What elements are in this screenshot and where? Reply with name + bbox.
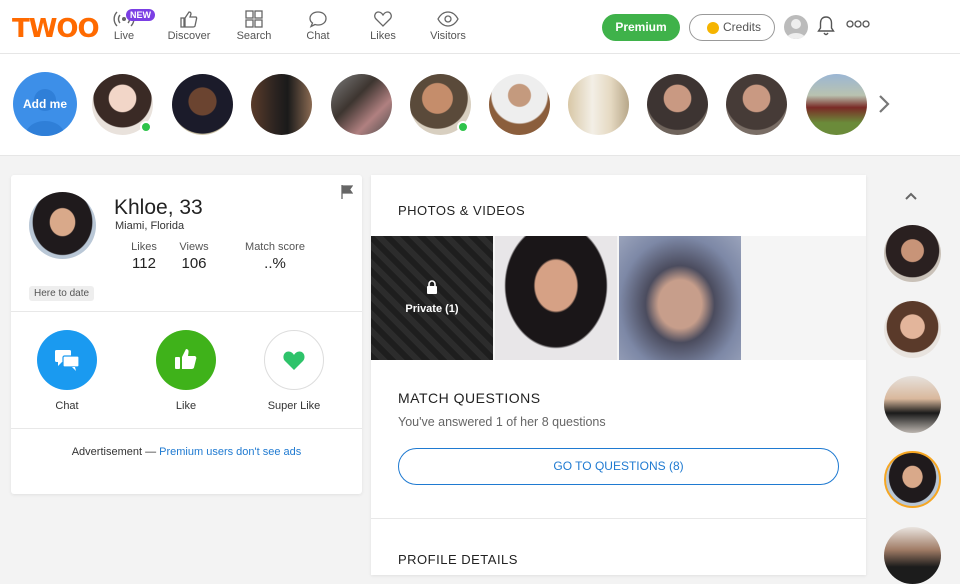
blurred-photo-tile[interactable] [619,236,741,360]
nav-likes[interactable]: Likes [353,10,413,42]
nav-live[interactable]: NEW Live [94,9,155,42]
credits-label: Credits [723,20,762,34]
divider [11,311,362,312]
nav-visitors[interactable]: Visitors [418,10,478,42]
stat-match-score: Match score ..% [243,241,307,272]
rail-profile-avatar[interactable] [884,376,941,433]
ad-prefix: Advertisement — [71,446,157,458]
chevron-up-icon[interactable] [903,190,919,202]
story-avatar[interactable] [726,74,787,135]
stat-views-label: Views [179,241,209,253]
report-flag-icon[interactable] [341,185,353,199]
online-indicator [457,121,469,133]
story-avatar[interactable] [172,74,233,135]
match-questions-title: MATCH QUESTIONS [398,390,541,406]
rail-profile-avatar[interactable] [884,225,941,282]
rail-profile-avatar[interactable] [884,301,941,358]
rail-profile-avatar-active[interactable] [884,451,941,508]
intent-badge: Here to date [29,286,95,301]
stat-views: Views 106 [174,241,214,272]
super-like-button[interactable] [264,330,324,390]
nav-search[interactable]: Search [224,10,284,42]
nav-discover[interactable]: Discover [159,10,219,42]
more-options-icon[interactable] [846,19,870,29]
story-avatar[interactable] [331,74,392,135]
nav-search-label: Search [236,30,272,42]
stat-likes: Likes 112 [127,241,161,272]
rail-profile-avatar[interactable] [884,527,941,584]
nav-live-label: Live [113,30,135,42]
profile-name: Khloe, 33 [114,196,203,219]
add-me-label: Add me [22,97,67,111]
thumbs-up-icon [175,349,197,369]
profile-location: Miami, Florida [115,220,185,232]
stat-likes-value: 112 [132,255,156,272]
advertisement-line: Advertisement — Premium users don't see … [11,446,362,458]
thumbs-up-icon [180,11,198,28]
divider [371,518,866,519]
lock-icon [427,280,437,294]
nav-chat-label: Chat [306,30,330,42]
photo-tile[interactable] [495,236,617,360]
story-avatar[interactable] [647,74,708,135]
profile-details-title: PROFILE DETAILS [398,552,518,567]
stat-match-value: ..% [264,255,286,272]
bell-icon[interactable] [816,15,836,37]
profile-card: Khloe, 33 Miami, Florida Likes 112 Views… [11,175,362,494]
nav-visitors-label: Visitors [430,30,466,42]
nav-discover-label: Discover [167,30,211,42]
premium-button[interactable]: Premium [602,14,680,41]
nav-chat[interactable]: Chat [288,10,348,42]
story-avatar[interactable] [568,74,629,135]
like-action[interactable]: Like [146,330,226,412]
stat-views-value: 106 [181,255,207,272]
story-avatar[interactable] [251,74,312,135]
profile-avatar[interactable] [29,192,96,259]
story-avatar[interactable] [806,74,867,135]
match-questions-subtitle: You've answered 1 of her 8 questions [398,415,606,429]
photo-gallery: Private (1) [371,236,866,360]
heart-icon [283,351,305,370]
grid-icon [245,10,263,28]
credits-coin-icon [707,22,719,34]
chat-button[interactable] [37,330,97,390]
main-content: PHOTOS & VIDEOS Private (1) MATCH QUESTI… [371,175,866,575]
like-action-label: Like [175,400,197,412]
heart-icon [374,11,392,27]
twoo-logo[interactable]: TWOO [12,14,100,44]
super-like-action-label: Super Like [267,400,321,412]
super-like-action[interactable]: Super Like [254,330,334,412]
chat-icon [55,350,80,371]
chat-action[interactable]: Chat [27,330,107,412]
my-avatar[interactable] [784,15,808,39]
new-badge: NEW [126,9,155,21]
divider [11,428,362,429]
nav-likes-label: Likes [370,30,396,42]
stat-match-label: Match score [245,241,305,253]
stat-likes-label: Likes [131,241,157,253]
chevron-right-icon[interactable] [876,94,892,114]
chat-bubble-icon [309,11,327,28]
photos-videos-title: PHOTOS & VIDEOS [398,203,526,218]
people-strip: Add me [0,54,960,156]
online-indicator [140,121,152,133]
private-photo-tile[interactable]: Private (1) [371,236,493,360]
go-to-questions-button[interactable]: GO TO QUESTIONS (8) [398,448,839,485]
private-label: Private (1) [405,303,459,315]
add-me-button[interactable]: Add me [13,72,77,136]
story-avatar[interactable] [489,74,550,135]
credits-button[interactable]: Credits [689,14,775,41]
chat-action-label: Chat [55,400,79,412]
premium-no-ads-link[interactable]: Premium users don't see ads [159,446,301,458]
eye-icon [437,11,459,27]
like-button[interactable] [156,330,216,390]
top-nav: TWOO NEW Live Discover Search Chat Likes… [0,0,960,54]
